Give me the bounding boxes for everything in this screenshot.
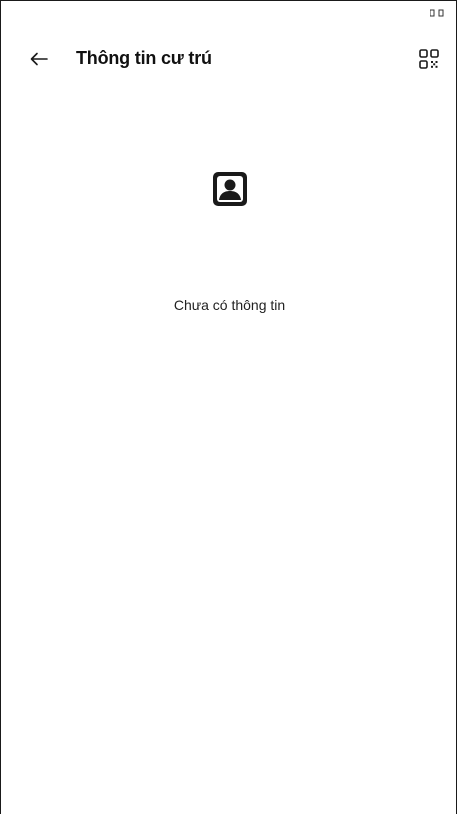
- app-bar: Thông tin cư trú: [1, 41, 458, 77]
- app-frame: Thông tin cư trú Chưa có thông tin: [0, 0, 457, 814]
- arrow-left-icon: [30, 52, 48, 66]
- page-title: Thông tin cư trú: [76, 48, 212, 68]
- back-button[interactable]: [27, 47, 51, 71]
- empty-state-message: Chưa có thông tin: [173, 297, 286, 313]
- empty-state: Chưa có thông tin: [1, 169, 458, 313]
- status-bar: [430, 7, 444, 19]
- status-indicator-icon: [430, 9, 444, 17]
- person-profile-icon: [212, 172, 247, 206]
- qr-code-button[interactable]: [416, 46, 442, 72]
- qr-code-icon: [419, 49, 439, 69]
